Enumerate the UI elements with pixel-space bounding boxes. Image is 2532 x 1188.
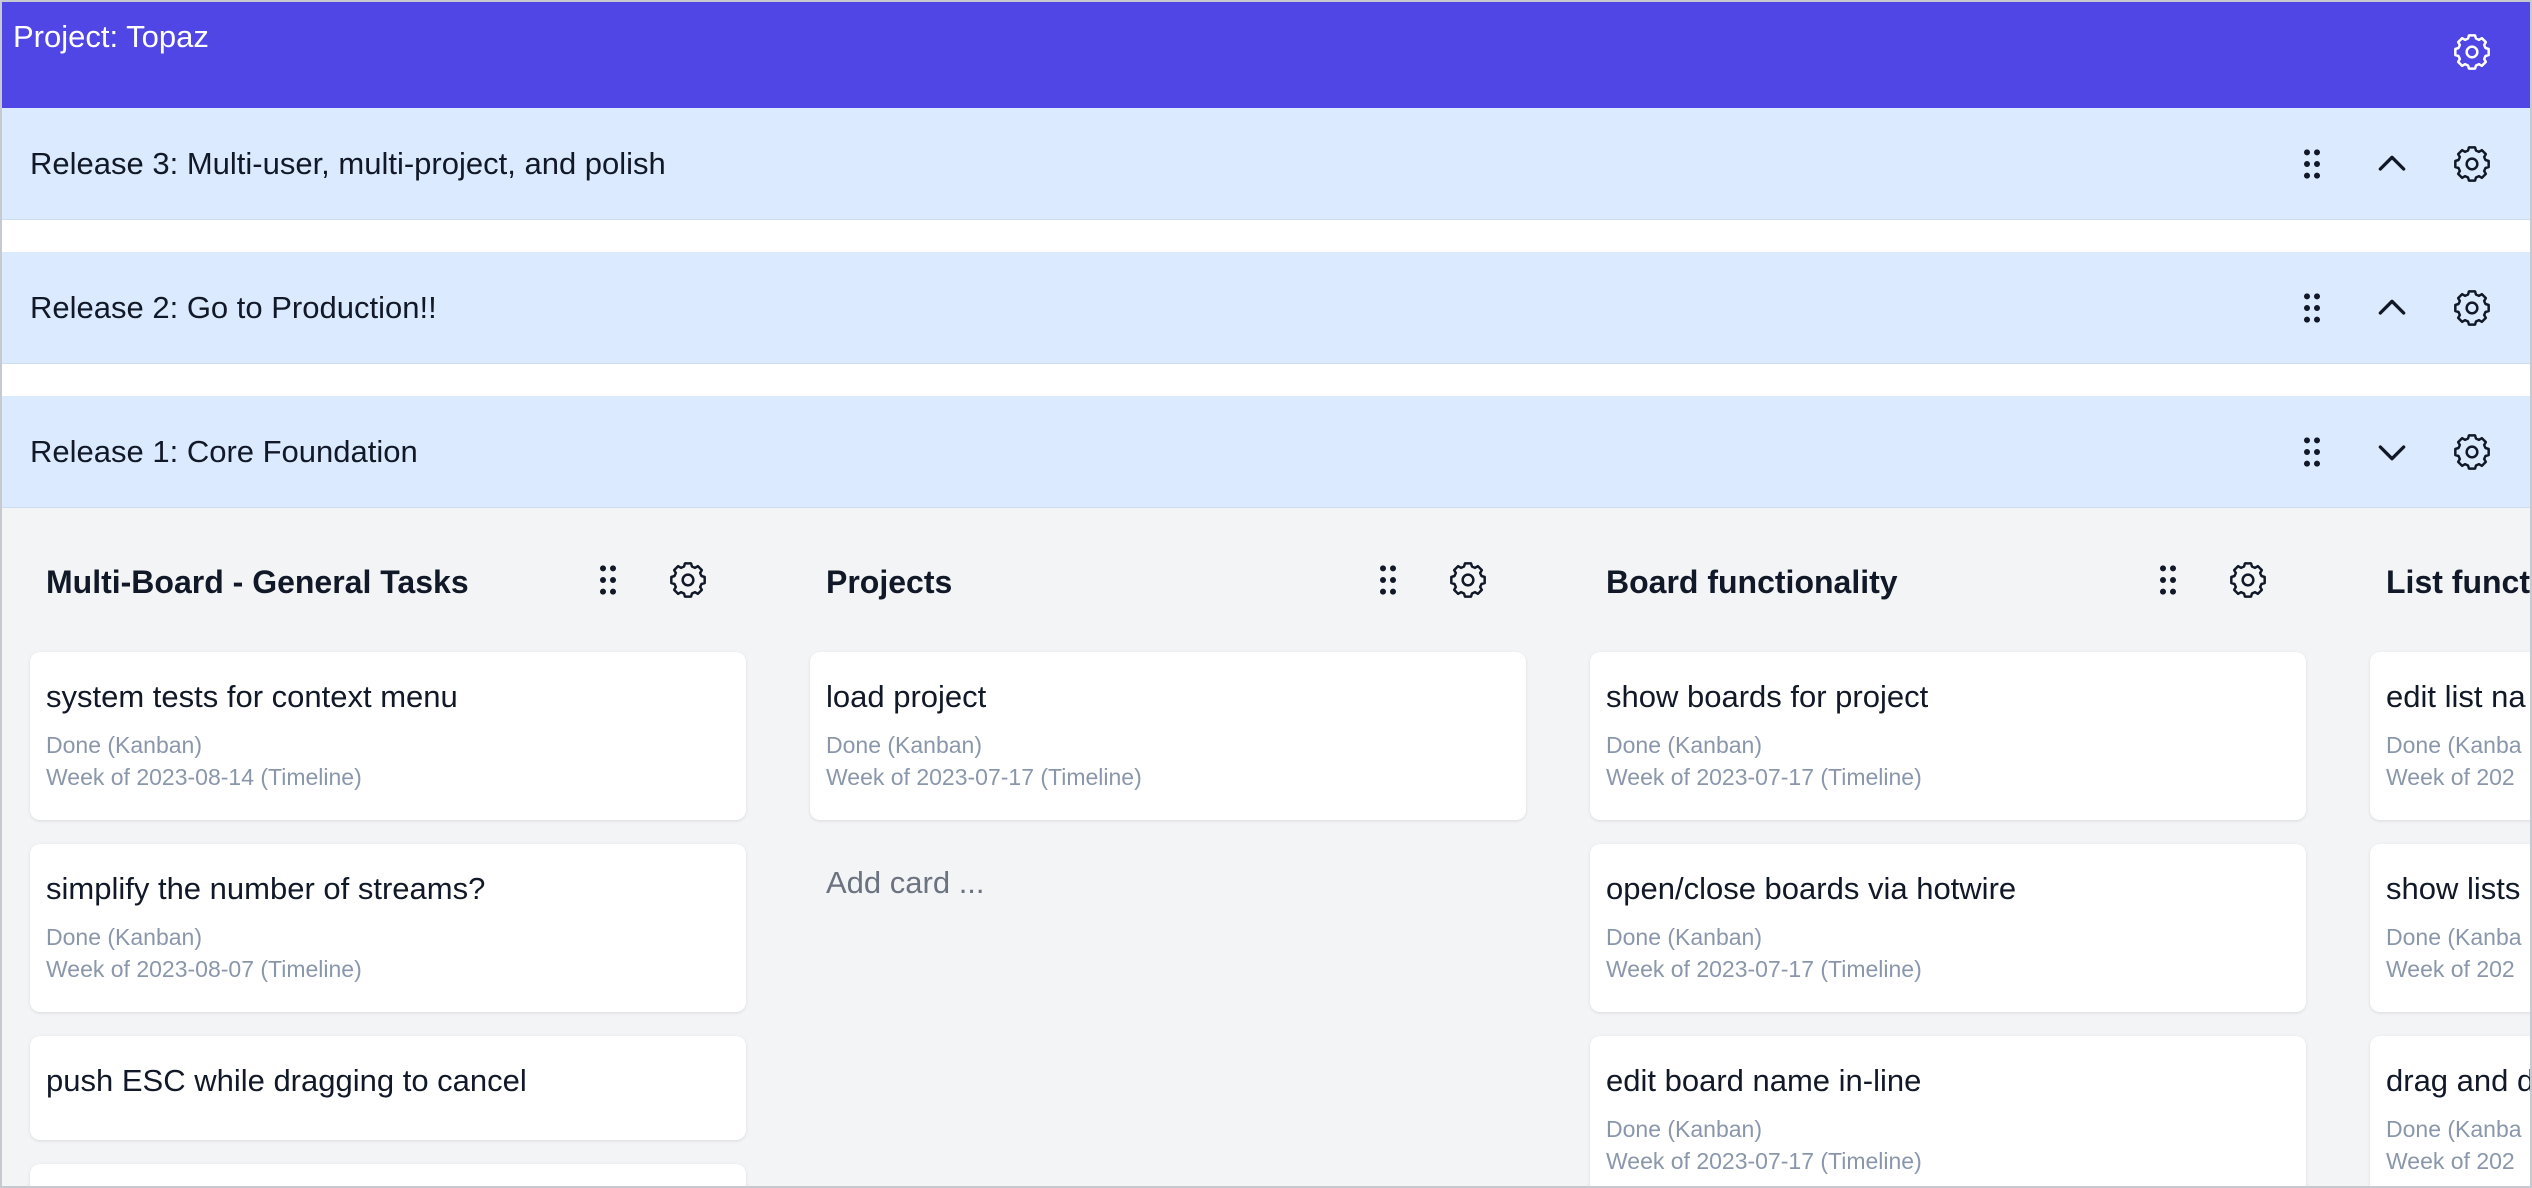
- list-settings-gear-icon[interactable]: [1438, 550, 1498, 610]
- card-timeline: Week of 2023-07-17 (Timeline): [826, 764, 1142, 790]
- card-title: show boards for project: [1606, 679, 1929, 714]
- drag-handle-icon[interactable]: [1358, 550, 1418, 610]
- project-header: Project: Topaz: [2, 2, 2530, 108]
- card[interactable]: system tests for context menu Done (Kanb…: [30, 652, 746, 820]
- release-row-3: Release 3: Multi-user, multi-project, an…: [2, 108, 2530, 220]
- card-title: simplify the number of streams?: [46, 871, 486, 906]
- list-settings-gear-icon[interactable]: [658, 550, 718, 610]
- chevron-down-icon[interactable]: [2362, 422, 2422, 482]
- card-title: open/close boards via hotwire: [1606, 871, 2017, 906]
- card[interactable]: open/close boards via hotwire Done (Kanb…: [1590, 844, 2306, 1012]
- card-title: push ESC while dragging to cancel: [46, 1063, 527, 1098]
- card-status: Done (Kanban): [826, 732, 982, 758]
- chevron-up-icon[interactable]: [2362, 278, 2422, 338]
- card-status: Done (Kanba: [2386, 924, 2522, 950]
- drag-handle-icon[interactable]: [2138, 550, 2198, 610]
- list-settings-gear-icon[interactable]: [2218, 550, 2278, 610]
- release-settings-gear-icon[interactable]: [2442, 278, 2502, 338]
- drag-handle-icon[interactable]: [578, 550, 638, 610]
- card-timeline: Week of 2023-07-17 (Timeline): [1606, 1148, 1922, 1174]
- card-status: Done (Kanban): [46, 924, 202, 950]
- board-area: Multi-Board - General Tasks system tests…: [2, 508, 2532, 1186]
- card[interactable]: edit board name in-line Done (Kanban) We…: [1590, 1036, 2306, 1186]
- card-status: Done (Kanban): [1606, 1116, 1762, 1142]
- release-title: Release 1: Core Foundation: [30, 434, 418, 469]
- chevron-up-icon[interactable]: [2362, 134, 2422, 194]
- list-title[interactable]: Board functionality: [1606, 562, 1898, 602]
- card-status: Done (Kanban): [1606, 924, 1762, 950]
- card[interactable]: edit list na Done (Kanba Week of 202: [2370, 652, 2530, 820]
- list-title[interactable]: Multi-Board - General Tasks: [46, 562, 469, 602]
- release-title: Release 3: Multi-user, multi-project, an…: [30, 146, 666, 181]
- card-timeline: Week of 2023-07-17 (Timeline): [1606, 764, 1922, 790]
- card-timeline: Week of 2023-08-07 (Timeline): [46, 956, 362, 982]
- card-title: show lists: [2386, 871, 2521, 906]
- card-title: edit list na: [2386, 679, 2526, 714]
- list-title[interactable]: Projects: [826, 562, 952, 602]
- card-title: drag and d: [2386, 1063, 2532, 1098]
- card-title: load project: [826, 679, 987, 714]
- list-column: Projects load project Done (Kanban) Week…: [810, 508, 1526, 1186]
- release-row-2: Release 2: Go to Production!!: [2, 252, 2530, 364]
- list-column: Multi-Board - General Tasks system tests…: [30, 508, 746, 1186]
- card-timeline: Week of 202: [2386, 764, 2515, 790]
- drag-handle-icon[interactable]: [2282, 134, 2342, 194]
- list-title[interactable]: List funct: [2386, 562, 2530, 602]
- release-row-1: Release 1: Core Foundation: [2, 396, 2530, 508]
- release-title: Release 2: Go to Production!!: [30, 290, 437, 325]
- card-status: Done (Kanban): [1606, 732, 1762, 758]
- card-title: edit board name in-line: [1606, 1063, 1922, 1098]
- card-title: system tests for context menu: [46, 679, 458, 714]
- card-timeline: Week of 202: [2386, 1148, 2515, 1174]
- card[interactable]: show lists Done (Kanba Week of 202: [2370, 844, 2530, 1012]
- drag-handle-icon[interactable]: [2282, 278, 2342, 338]
- card-timeline: Week of 202: [2386, 956, 2515, 982]
- list-column: List funct edit list na Done (Kanba Week…: [2370, 508, 2532, 1186]
- release-settings-gear-icon[interactable]: [2442, 422, 2502, 482]
- project-settings-gear-icon[interactable]: [2442, 22, 2502, 82]
- release-settings-gear-icon[interactable]: [2442, 134, 2502, 194]
- card[interactable]: show boards for project Done (Kanban) We…: [1590, 652, 2306, 820]
- card-status: Done (Kanba: [2386, 732, 2522, 758]
- drag-handle-icon[interactable]: [2282, 422, 2342, 482]
- add-card-button[interactable]: Add card ...: [826, 864, 985, 902]
- card-status: Done (Kanba: [2386, 1116, 2522, 1142]
- card-timeline: Week of 2023-08-14 (Timeline): [46, 764, 362, 790]
- project-title: Project: Topaz: [13, 19, 209, 54]
- list-column: Board functionality show boards for proj…: [1590, 508, 2306, 1186]
- card[interactable]: push ESC while dragging to cancel: [30, 1036, 746, 1140]
- app-window: Project: Topaz Release 3: Multi-user, mu…: [0, 0, 2532, 1188]
- card-timeline: Week of 2023-07-17 (Timeline): [1606, 956, 1922, 982]
- card-status: Done (Kanban): [46, 732, 202, 758]
- card[interactable]: drag and d Done (Kanba Week of 202: [2370, 1036, 2532, 1186]
- card[interactable]: simplify the number of streams? Done (Ka…: [30, 844, 746, 1012]
- card[interactable]: load project Done (Kanban) Week of 2023-…: [810, 652, 1526, 820]
- card[interactable]: [30, 1164, 746, 1186]
